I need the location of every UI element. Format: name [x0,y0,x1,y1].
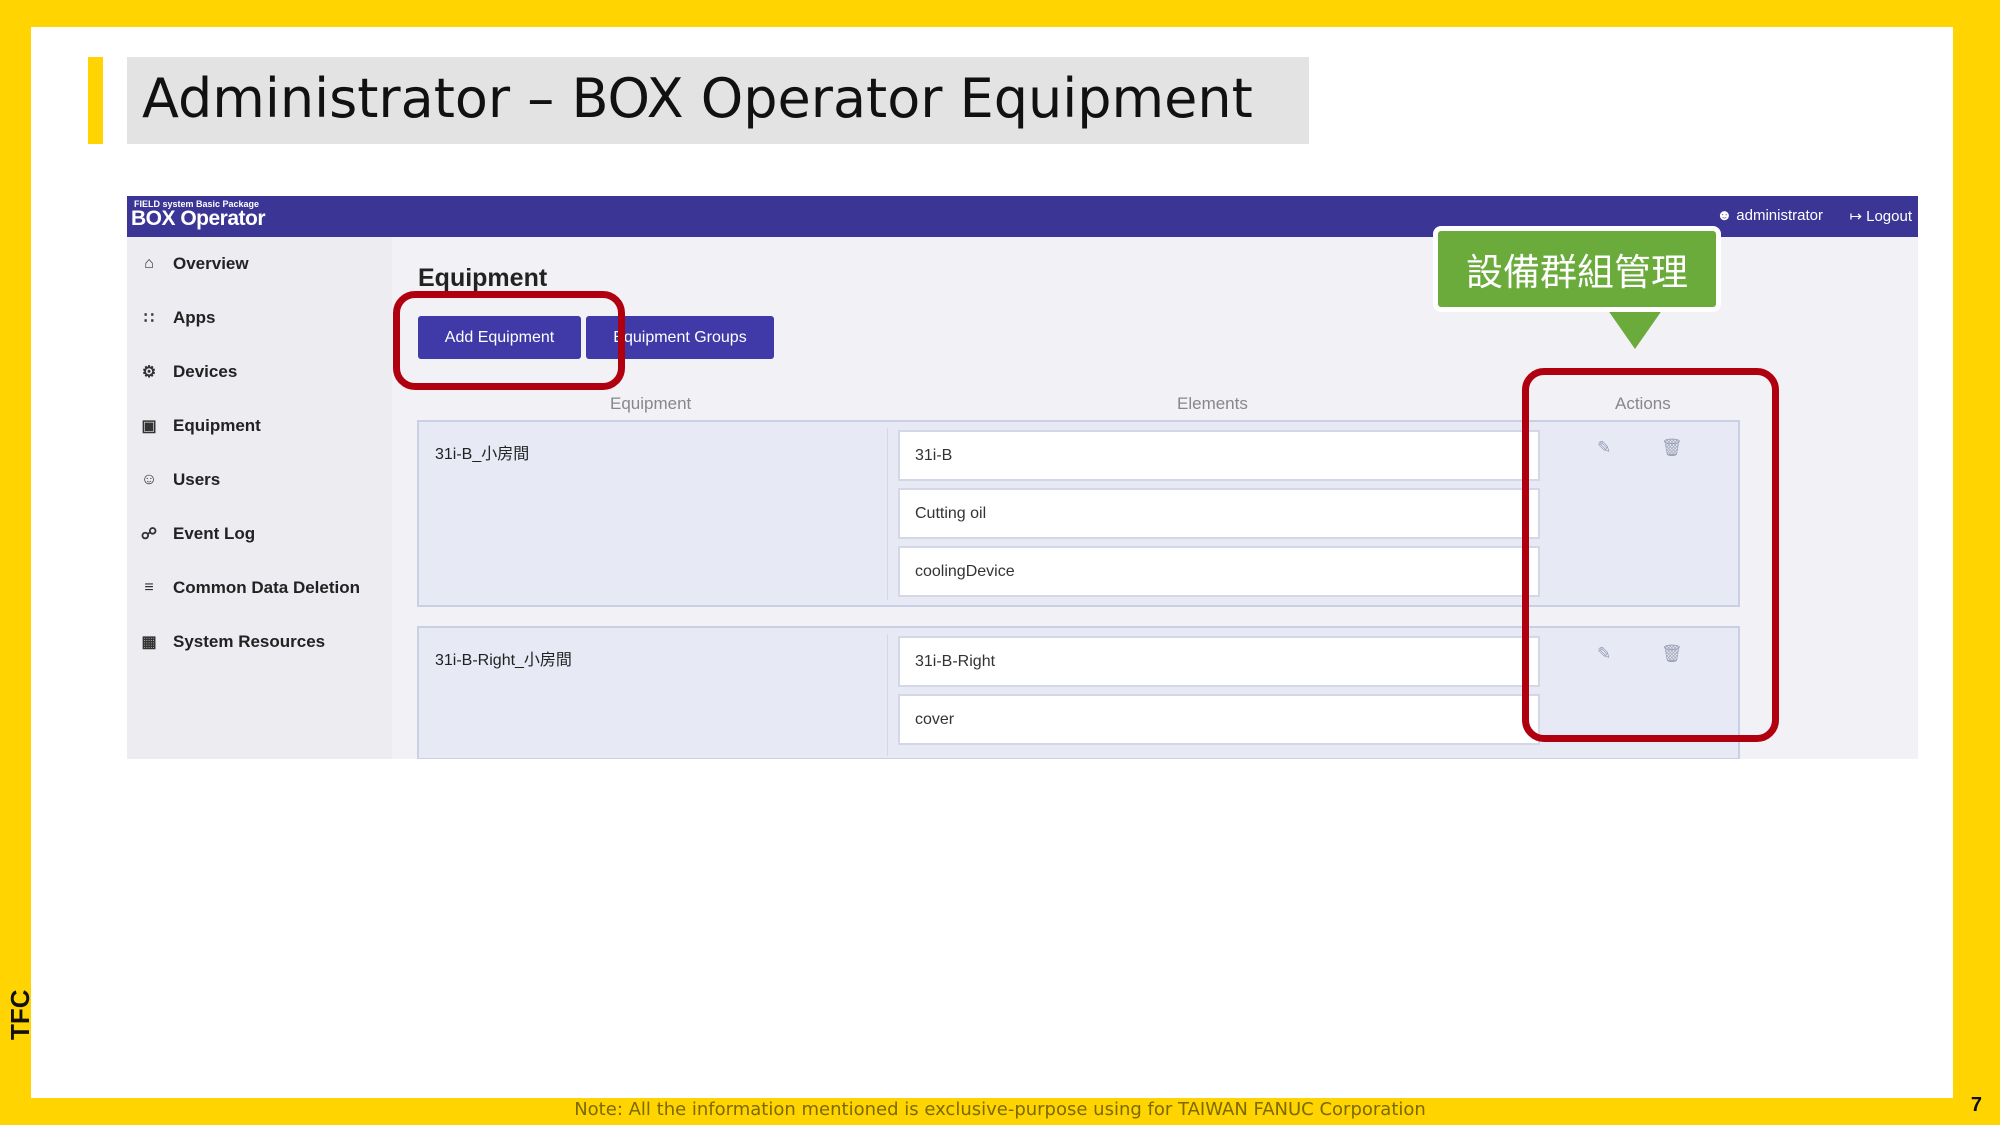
sidebar-item-label: Users [173,470,221,489]
logout-button[interactable]: ↦ Logout [1849,207,1912,226]
user-name: administrator [1736,207,1823,224]
logo-text: TFC [5,989,35,1040]
tfc-logo: TFC [5,989,36,1040]
sidebar-item-common-data-deletion[interactable]: ≡ Common Data Deletion [139,573,360,603]
machine-icon: ▣ [141,418,157,435]
callout-label: 設備群組管理 [1433,226,1721,312]
highlight-actions [1522,368,1779,742]
equipment-name: 31i-B_小房間 [435,446,530,463]
column-header-elements: Elements [1177,394,1248,413]
sidebar-item-label: Overview [173,254,249,273]
robot-arm-icon: ⚙ [141,364,157,381]
sidebar-item-equipment[interactable]: ▣ Equipment [139,411,261,441]
sidebar-item-label: Apps [173,308,216,327]
sidebar-item-overview[interactable]: ⌂ Overview [139,249,249,279]
grid-icon: ∷ [143,310,155,327]
element-chip: coolingDevice [898,546,1540,597]
users-icon: ☺ [140,471,158,488]
sidebar-item-apps[interactable]: ∷ Apps [139,303,216,333]
sidebar-item-event-log[interactable]: ☍ Event Log [139,519,255,549]
element-chip: cover [898,694,1540,745]
sidebar-item-label: Event Log [173,524,256,543]
user-icon: ☻ [1716,207,1733,224]
event-log-icon: ☍ [140,526,158,543]
sidebar-item-label: Equipment [173,416,261,435]
sidebar-item-system-resources[interactable]: ▦ System Resources [139,627,325,657]
highlight-add-equipment [393,291,625,390]
element-chip: Cutting oil [898,488,1540,539]
column-divider [887,634,888,756]
callout-pointer [1605,306,1665,349]
sidebar-item-label: Devices [173,362,238,381]
sidebar-item-users[interactable]: ☺ Users [139,465,220,495]
slide-corner [1953,27,2000,127]
element-chip: 31i-B [898,430,1540,481]
logout-label: Logout [1866,207,1912,225]
equipment-name: 31i-B-Right_小房間 [435,652,572,669]
page-heading: Equipment [418,264,548,292]
column-header-equipment: Equipment [610,394,692,413]
user-menu[interactable]: ☻ administrator [1717,207,1824,224]
brand-title[interactable]: BOX Operator [131,207,266,231]
column-divider [887,428,888,600]
logout-icon: ↦ [1849,208,1863,225]
element-chip: 31i-B-Right [898,636,1540,687]
slide-title: Administrator – BOX Operator Equipment [142,67,1253,130]
sidebar-item-devices[interactable]: ⚙ Devices [139,357,237,387]
chip-icon: ▦ [141,634,157,651]
sidebar-item-label: System Resources [173,632,326,651]
list-delete-icon: ≡ [144,579,154,596]
home-icon: ⌂ [144,255,154,272]
sidebar: ⌂ Overview ∷ Apps ⚙ Devices ▣ Equipment … [127,237,392,759]
title-accent-bar [88,57,103,144]
sidebar-item-label: Common Data Deletion [173,578,361,597]
page-number: 7 [1970,1094,1982,1116]
footer-note: Note: All the information mentioned is e… [574,1099,1426,1120]
